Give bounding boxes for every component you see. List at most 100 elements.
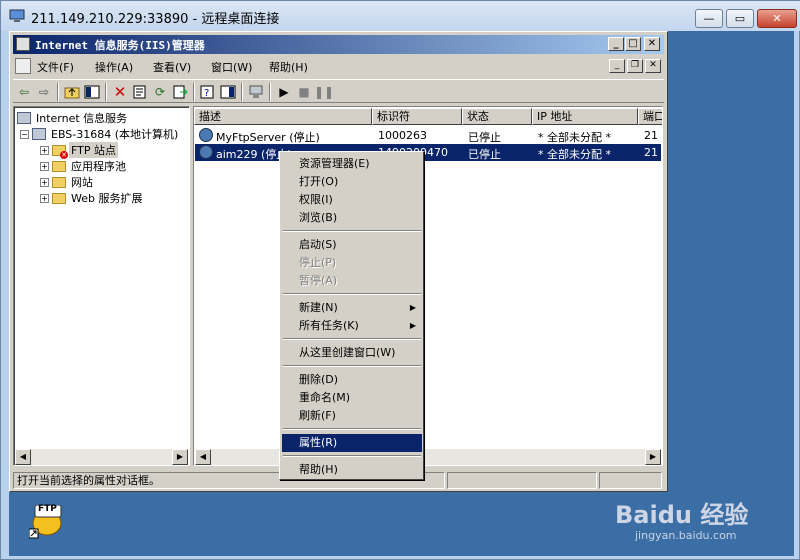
context-menu-item[interactable]: 浏览(B): [282, 209, 422, 227]
scroll-right-icon[interactable]: ▶: [172, 449, 188, 465]
context-menu-item[interactable]: 帮助(H): [282, 461, 422, 479]
toolbar: ⇦ ⇨ ✕ ⟳ ? ▶ ■ ❚❚: [13, 79, 664, 103]
cell-ip: * 全部未分配 *: [538, 131, 611, 144]
rdp-title: 211.149.210.229:33890 - 远程桌面连接: [31, 12, 280, 27]
iis-title: Internet 信息服务(IIS)管理器: [35, 39, 205, 52]
context-menu: 资源管理器(E) 打开(O) 权限(I) 浏览(B) 启动(S) 停止(P) 暂停(A) 新建…: [279, 151, 424, 480]
context-menu-item[interactable]: 新建(N) ▶: [282, 299, 422, 317]
toolbar-separator: [193, 83, 195, 101]
tree-server[interactable]: − EBS-31684 (本地计算机): [20, 126, 180, 142]
baidu-watermark: Baidu 经验 jingyan.baidu.com: [615, 495, 765, 551]
minimize-button[interactable]: —: [695, 9, 723, 28]
collapse-icon[interactable]: −: [20, 129, 29, 139]
expand-icon[interactable]: +: [40, 177, 49, 187]
folder-icon: [52, 176, 66, 188]
tree-item-label: Web 服务扩展: [71, 192, 143, 205]
menu-action[interactable]: 操作(A): [95, 59, 133, 75]
watermark-brand: Baidu 经验: [615, 501, 749, 529]
scroll-right-icon[interactable]: ▶: [645, 449, 661, 465]
context-menu-item[interactable]: 打开(O): [282, 173, 422, 191]
tree-root[interactable]: Internet 信息服务: [17, 110, 129, 126]
delete-icon[interactable]: ✕: [111, 83, 129, 101]
refresh-icon[interactable]: ⟳: [151, 83, 169, 101]
folder-icon: [52, 160, 66, 172]
ftp-site-stopped-icon: [199, 128, 213, 142]
toolbar-separator: [57, 83, 59, 101]
iis-maximize-button[interactable]: □: [625, 37, 641, 51]
table-row[interactable]: MyFtpServer (停止) 1000263 已停止 * 全部未分配 * 2…: [195, 127, 661, 144]
tree-item-web-extensions[interactable]: + Web 服务扩展: [40, 190, 144, 206]
tree-item-websites[interactable]: + 网站: [40, 174, 95, 190]
context-menu-item[interactable]: 启动(S): [282, 236, 422, 254]
mdi-close-button[interactable]: ✕: [645, 59, 661, 73]
context-menu-item[interactable]: 所有任务(K) ▶: [282, 317, 422, 335]
properties-icon[interactable]: [131, 83, 149, 101]
scroll-left-icon[interactable]: ◀: [195, 449, 211, 465]
menu-help[interactable]: 帮助(H): [269, 59, 308, 75]
context-menu-item: 停止(P): [299, 256, 337, 269]
context-menu-item[interactable]: 刷新(F): [282, 407, 422, 425]
context-menu-item[interactable]: 重命名(M): [282, 389, 422, 407]
tree-item-ftp-sites[interactable]: + ✕ FTP 站点: [40, 142, 118, 159]
column-header-identifier[interactable]: 标识符: [372, 108, 462, 125]
folder-icon: [52, 192, 66, 204]
context-menu-item[interactable]: 从这里创建窗口(W): [282, 344, 422, 362]
iis-close-button[interactable]: ✕: [644, 37, 660, 51]
tree-item-app-pools[interactable]: + 应用程序池: [40, 158, 128, 174]
desktop-icon-label: FTP: [38, 504, 57, 514]
export-list-icon[interactable]: [171, 83, 189, 101]
list-pane: 描述 标识符 状态 IP 地址 端口 MyFtpServer (停止) 1000…: [193, 106, 663, 466]
menu-view[interactable]: 查看(V): [153, 59, 191, 75]
mdi-restore-button[interactable]: ❐: [627, 59, 643, 73]
tree-hscrollbar[interactable]: ◀ ▶: [15, 449, 188, 465]
mmc-document-icon[interactable]: [15, 58, 31, 74]
ftp-site-stopped-icon: [199, 145, 213, 159]
computer-icon[interactable]: [247, 83, 265, 101]
desktop-ftp-shortcut[interactable]: FTP: [28, 504, 63, 539]
expand-icon[interactable]: +: [40, 145, 49, 155]
menu-file[interactable]: 文件(F): [37, 59, 74, 75]
column-header-status[interactable]: 状态: [462, 108, 532, 125]
help-icon[interactable]: ?: [199, 83, 217, 101]
toolbar-separator: [241, 83, 243, 101]
pause-icon: ❚❚: [313, 85, 335, 99]
show-action-pane-icon[interactable]: [219, 83, 237, 101]
menu-separator: [283, 428, 421, 430]
start-icon[interactable]: ▶: [275, 83, 293, 101]
column-header-port[interactable]: 端口: [638, 108, 662, 125]
column-header-description[interactable]: 描述: [194, 108, 372, 125]
menu-separator: [283, 365, 421, 367]
server-icon: [32, 128, 46, 140]
iis-titlebar[interactable]: Internet 信息服务(IIS)管理器 _ □ ✕: [13, 35, 664, 54]
expand-icon[interactable]: +: [40, 193, 49, 203]
context-menu-item[interactable]: 权限(I): [282, 191, 422, 209]
context-menu-item[interactable]: 删除(D): [282, 371, 422, 389]
scroll-left-icon[interactable]: ◀: [15, 449, 31, 465]
menubar: 文件(F) 操作(A) 查看(V) 窗口(W) 帮助(H) _ ❐ ✕: [13, 56, 664, 76]
status-panel: [447, 472, 597, 489]
context-menu-item[interactable]: 属性(R): [282, 434, 422, 452]
iis-app-icon: [16, 37, 30, 51]
tree-item-label: 应用程序池: [71, 160, 126, 173]
toolbar-separator: [105, 83, 107, 101]
menu-window[interactable]: 窗口(W): [211, 59, 252, 75]
close-button[interactable]: ✕: [757, 9, 797, 28]
mdi-minimize-button[interactable]: _: [609, 59, 625, 73]
list-hscrollbar[interactable]: ◀ ▶: [195, 449, 661, 465]
column-header-ip[interactable]: IP 地址: [532, 108, 638, 125]
cell-description: MyFtpServer (停止): [216, 131, 320, 144]
context-menu-item[interactable]: 资源管理器(E): [282, 155, 422, 173]
tree-item-label: FTP 站点: [69, 142, 118, 158]
status-panel: [599, 472, 662, 489]
table-row-selected[interactable]: aim229 (停止) 1490209470 已停止 * 全部未分配 * 21: [195, 144, 661, 161]
show-hide-tree-icon[interactable]: [83, 83, 101, 101]
back-icon[interactable]: ⇦: [15, 83, 33, 101]
iis-minimize-button[interactable]: _: [608, 37, 624, 51]
forward-icon[interactable]: ⇨: [35, 83, 53, 101]
up-level-icon[interactable]: [63, 83, 81, 101]
maximize-button[interactable]: ▭: [726, 9, 754, 28]
tree-item-label: 网站: [71, 176, 93, 189]
menu-separator: [283, 338, 421, 340]
rdp-titlebar[interactable]: 211.149.210.229:33890 - 远程桌面连接 — ▭ ✕: [1, 1, 800, 31]
expand-icon[interactable]: +: [40, 161, 49, 171]
